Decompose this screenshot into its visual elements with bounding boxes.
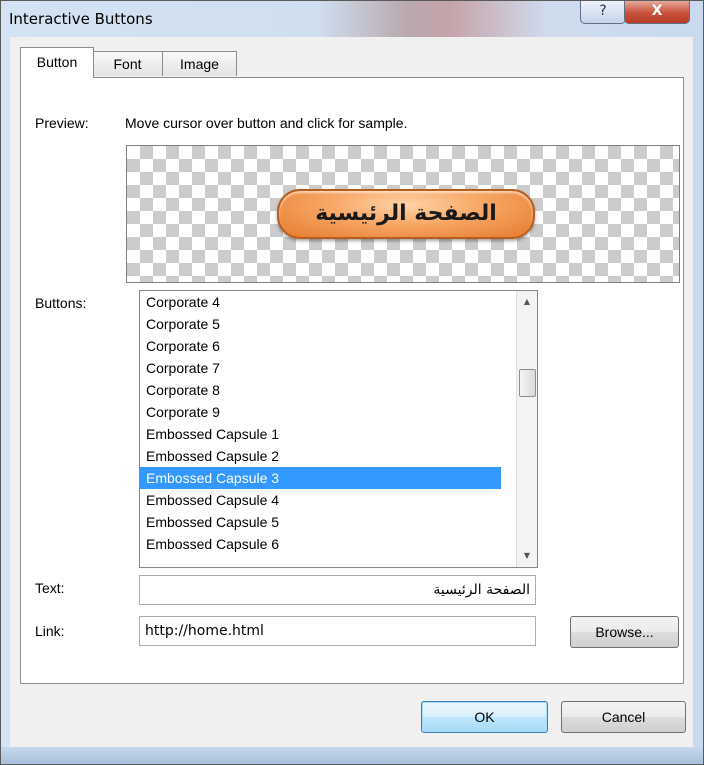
text-label: Text: bbox=[35, 580, 65, 596]
list-item[interactable]: Corporate 8 bbox=[140, 379, 501, 401]
list-overflow-edge bbox=[140, 555, 495, 559]
ok-button[interactable]: OK bbox=[421, 701, 548, 733]
cancel-button[interactable]: Cancel bbox=[561, 701, 686, 733]
scroll-thumb[interactable] bbox=[519, 369, 536, 397]
buttons-listbox[interactable]: Corporate 4 Corporate 5 Corporate 6 Corp… bbox=[139, 290, 538, 568]
scroll-down-icon[interactable]: ▼ bbox=[517, 547, 537, 565]
browse-button[interactable]: Browse... bbox=[570, 616, 679, 648]
preview-label: Preview: bbox=[35, 115, 89, 131]
list-scrollbar[interactable]: ▲ ▼ bbox=[516, 291, 537, 567]
button-preview[interactable]: الصفحة الرئيسية bbox=[126, 145, 680, 283]
text-input[interactable] bbox=[140, 576, 535, 604]
help-button[interactable]: ? bbox=[580, 1, 626, 24]
list-item[interactable]: Corporate 9 bbox=[140, 401, 501, 423]
scroll-up-icon[interactable]: ▲ bbox=[517, 293, 537, 311]
tab-font[interactable]: Font bbox=[92, 51, 163, 76]
dialog-window: Interactive Buttons ? X Button Font Imag… bbox=[0, 0, 704, 765]
preview-hint: Move cursor over button and click for sa… bbox=[125, 115, 408, 131]
window-title: Interactive Buttons bbox=[9, 10, 153, 28]
link-label: Link: bbox=[35, 623, 65, 639]
link-input[interactable] bbox=[140, 617, 535, 645]
sample-capsule-button[interactable]: الصفحة الرئيسية bbox=[277, 189, 535, 239]
list-item[interactable]: Corporate 6 bbox=[140, 335, 501, 357]
list-item[interactable]: Corporate 4 bbox=[140, 291, 501, 313]
help-icon: ? bbox=[599, 3, 607, 19]
window-bottom-border bbox=[1, 747, 703, 764]
list-item[interactable]: Embossed Capsule 5 bbox=[140, 511, 501, 533]
tab-panel-button: Preview: Move cursor over button and cli… bbox=[20, 77, 684, 684]
buttons-label: Buttons: bbox=[35, 295, 87, 311]
tab-image[interactable]: Image bbox=[162, 51, 237, 76]
list-item[interactable]: Embossed Capsule 2 bbox=[140, 445, 501, 467]
text-field[interactable] bbox=[139, 575, 536, 605]
list-item[interactable]: Embossed Capsule 4 bbox=[140, 489, 501, 511]
list-item[interactable]: Corporate 5 bbox=[140, 313, 501, 335]
list-item[interactable]: Embossed Capsule 1 bbox=[140, 423, 501, 445]
list-item[interactable]: Corporate 7 bbox=[140, 357, 501, 379]
link-field[interactable] bbox=[139, 616, 536, 646]
close-button[interactable]: X bbox=[624, 1, 690, 24]
list-item[interactable]: Embossed Capsule 6 bbox=[140, 533, 501, 555]
tab-button[interactable]: Button bbox=[20, 47, 94, 78]
close-icon: X bbox=[651, 3, 663, 19]
title-bar[interactable]: Interactive Buttons ? X bbox=[1, 1, 703, 37]
list-item-selected[interactable]: Embossed Capsule 3 bbox=[140, 467, 501, 489]
dialog-body: Button Font Image Preview: Move cursor o… bbox=[10, 37, 693, 747]
